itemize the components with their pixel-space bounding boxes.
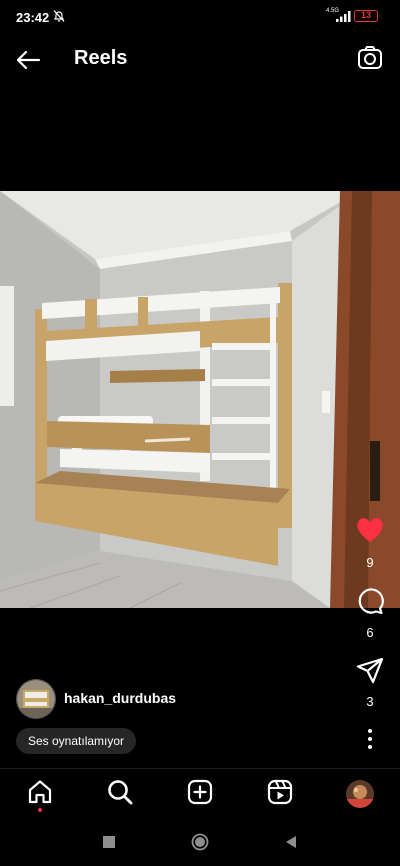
battery-indicator: 13 bbox=[354, 10, 378, 22]
home-icon[interactable] bbox=[26, 778, 54, 806]
create-post-icon[interactable] bbox=[186, 778, 214, 806]
search-icon[interactable] bbox=[106, 778, 134, 806]
profile-avatar-image bbox=[346, 780, 374, 808]
notification-dot bbox=[38, 808, 42, 812]
camera-icon[interactable] bbox=[356, 44, 384, 72]
reel-video[interactable] bbox=[0, 191, 400, 608]
bell-off-icon bbox=[53, 10, 65, 22]
avatar-image bbox=[17, 680, 55, 718]
page-title: Reels bbox=[74, 47, 128, 69]
profile-avatar[interactable] bbox=[346, 780, 374, 808]
system-back-icon[interactable] bbox=[284, 835, 298, 849]
more-options-icon[interactable] bbox=[360, 728, 380, 750]
status-time: 23:42 bbox=[16, 10, 50, 25]
bunk-bed-video-frame bbox=[0, 191, 400, 608]
share-icon[interactable] bbox=[356, 656, 384, 684]
signal-icon bbox=[336, 11, 351, 22]
comment-icon[interactable] bbox=[356, 587, 384, 615]
heart-icon[interactable] bbox=[356, 517, 384, 545]
audio-status-pill[interactable]: Ses oynatılamıyor bbox=[16, 728, 137, 754]
recents-icon[interactable] bbox=[102, 835, 116, 849]
share-count: 3 bbox=[366, 694, 374, 709]
reels-icon[interactable] bbox=[266, 778, 294, 806]
comment-count: 6 bbox=[366, 625, 374, 640]
like-count: 9 bbox=[366, 555, 374, 570]
author-avatar[interactable] bbox=[16, 679, 56, 719]
author-username[interactable]: hakan_durdubas bbox=[64, 690, 176, 706]
home-button-icon[interactable] bbox=[191, 833, 209, 851]
back-arrow-icon[interactable] bbox=[14, 46, 42, 74]
